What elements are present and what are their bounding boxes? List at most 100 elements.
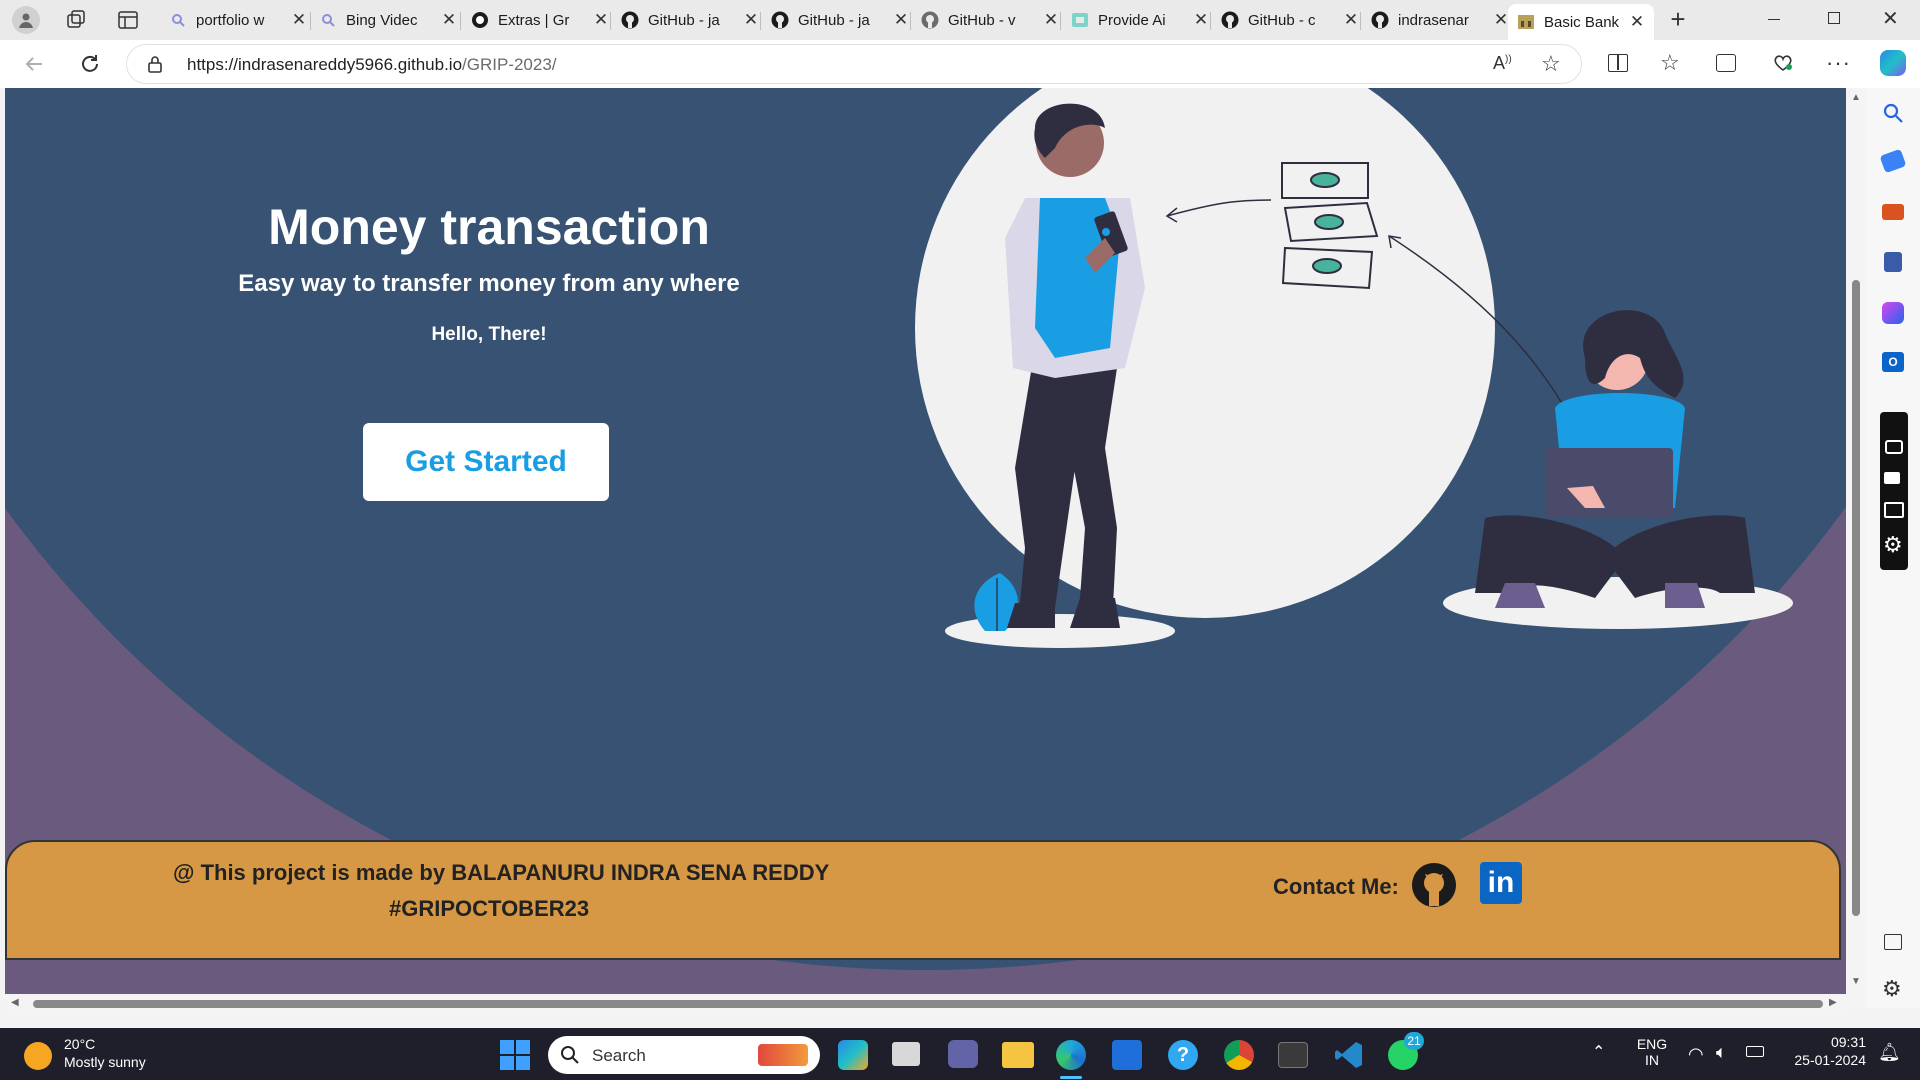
tab-7[interactable]: Provide Ai ✕ <box>1070 4 1210 36</box>
vscode-icon[interactable] <box>1334 1040 1364 1070</box>
tab-9[interactable]: indrasenar ✕ <box>1370 4 1510 36</box>
taskbar-search[interactable]: Search <box>548 1036 820 1074</box>
file-explorer-icon[interactable] <box>1002 1042 1034 1068</box>
video-icon[interactable] <box>1884 472 1900 484</box>
profile-icon[interactable] <box>12 6 40 34</box>
address-bar[interactable]: https://indrasenareddy5966.github.io/GRI… <box>126 44 1582 84</box>
games-icon[interactable] <box>1884 252 1902 272</box>
task-view-icon[interactable] <box>892 1042 920 1066</box>
woman-figure <box>1475 310 1755 608</box>
favorite-star-icon[interactable]: ☆ <box>1541 51 1561 77</box>
tab-title: Provide Ai <box>1098 11 1166 29</box>
show-hidden-icons[interactable]: ⌃ <box>1592 1042 1605 1062</box>
microsoft365-icon[interactable] <box>1882 302 1904 324</box>
close-window-icon[interactable]: ✕ <box>1882 6 1899 31</box>
restore-icon[interactable] <box>1828 12 1840 24</box>
tab-5[interactable]: GitHub - ja ✕ <box>770 4 910 36</box>
help-icon[interactable]: ? <box>1168 1040 1198 1070</box>
clock-time: 09:31 <box>1830 1034 1866 1050</box>
tab-8[interactable]: GitHub - c ✕ <box>1220 4 1360 36</box>
tab-4[interactable]: GitHub - ja ✕ <box>620 4 760 36</box>
scroll-left-icon[interactable]: ◀ <box>11 997 19 1008</box>
myhp-icon[interactable] <box>1112 1040 1142 1070</box>
read-aloud-icon[interactable]: A)) <box>1493 53 1512 74</box>
tab-actions-icon[interactable] <box>116 8 140 32</box>
search-icon[interactable] <box>1882 102 1904 124</box>
get-started-label: Get Started <box>405 445 567 478</box>
volume-icon[interactable]: 🔈︎ <box>1716 1042 1727 1063</box>
footer-credit: @ This project is made by BALAPANURU IND… <box>173 860 830 885</box>
collections-icon[interactable] <box>1716 54 1736 72</box>
clock[interactable]: 09:31 25-01-2024 <box>1782 1034 1866 1068</box>
scroll-right-icon[interactable]: ▶ <box>1829 997 1837 1008</box>
wifi-icon[interactable]: ◠ <box>1688 1044 1704 1065</box>
github-icon <box>770 10 790 30</box>
close-tab-icon[interactable]: ✕ <box>592 10 610 30</box>
hero-subtitle: Easy way to transfer money from any wher… <box>238 270 740 297</box>
window-icon[interactable] <box>1884 502 1904 518</box>
close-tab-icon[interactable]: ✕ <box>290 10 308 30</box>
start-button[interactable] <box>500 1040 530 1070</box>
favorites-icon[interactable]: ☆ <box>1660 50 1680 76</box>
copilot-icon[interactable] <box>1880 50 1906 76</box>
horizontal-scrollbar[interactable]: ◀ ▶ <box>5 994 1846 1014</box>
sidebar-toggle-icon[interactable] <box>1884 934 1902 950</box>
battery-icon[interactable] <box>1746 1046 1764 1057</box>
outlook-icon[interactable]: O <box>1882 352 1904 372</box>
tab-3[interactable]: Extras | Gr ✕ <box>470 4 610 36</box>
footer: @ This project is made by BALAPANURU IND… <box>5 840 1841 960</box>
close-tab-icon[interactable]: ✕ <box>892 10 910 30</box>
clock-date: 25-01-2024 <box>1794 1052 1866 1068</box>
weather-temp: 20°C <box>64 1036 96 1052</box>
browser-essentials-icon[interactable] <box>1772 52 1794 72</box>
close-tab-icon[interactable]: ✕ <box>1628 12 1646 32</box>
language-indicator[interactable]: ENG IN <box>1634 1036 1670 1068</box>
vertical-scroll-thumb[interactable] <box>1852 280 1860 916</box>
weather-widget[interactable]: 20°C Mostly sunny <box>24 1034 184 1074</box>
gear-icon[interactable]: ⚙ <box>1883 532 1903 558</box>
new-tab-icon[interactable]: + <box>1664 6 1692 34</box>
notification-bell-icon[interactable]: 🔔︎ <box>1878 1042 1901 1063</box>
banknote-stack-icon <box>1281 162 1379 290</box>
horizontal-scroll-thumb[interactable] <box>33 1000 1823 1008</box>
teams-icon[interactable] <box>948 1040 978 1068</box>
settings-gear-icon[interactable]: ⚙ <box>1882 976 1902 1002</box>
close-tab-icon[interactable]: ✕ <box>742 10 760 30</box>
close-tab-icon[interactable]: ✕ <box>1042 10 1060 30</box>
chrome-icon[interactable] <box>1224 1040 1254 1070</box>
github-link-icon[interactable] <box>1411 862 1457 908</box>
minimize-icon[interactable] <box>1768 19 1780 20</box>
tab-2[interactable]: Bing Videc ✕ <box>318 4 458 36</box>
workspaces-icon[interactable] <box>64 8 88 32</box>
scroll-down-icon[interactable]: ▼ <box>1851 976 1861 987</box>
get-started-button[interactable]: Get Started <box>363 423 609 501</box>
shopping-tag-icon[interactable] <box>1879 148 1907 174</box>
copilot-taskbar-icon[interactable] <box>838 1040 868 1070</box>
linkedin-link-icon[interactable]: in <box>1480 862 1522 904</box>
back-icon[interactable] <box>22 52 46 76</box>
tab-title: GitHub - ja <box>648 11 720 29</box>
close-tab-icon[interactable]: ✕ <box>1192 10 1210 30</box>
extras-icon <box>470 10 490 30</box>
lock-icon[interactable] <box>147 55 163 73</box>
tab-1[interactable]: portfolio w ✕ <box>168 4 308 36</box>
close-tab-icon[interactable]: ✕ <box>440 10 458 30</box>
vertical-scrollbar[interactable]: ▲ ▼ <box>1846 88 1866 1006</box>
tab-title: indrasenar <box>1398 11 1469 29</box>
split-screen-icon[interactable] <box>1608 54 1628 72</box>
url-host: https://indrasenareddy5966.github.io <box>187 55 463 74</box>
terminal-icon[interactable] <box>1278 1042 1308 1068</box>
edge-icon[interactable] <box>1056 1040 1086 1070</box>
more-options-icon[interactable]: ··· <box>1826 50 1851 76</box>
search-icon <box>560 1045 580 1065</box>
tab-6[interactable]: GitHub - v ✕ <box>920 4 1060 36</box>
edge-active-indicator <box>1060 1076 1082 1079</box>
url-text[interactable]: https://indrasenareddy5966.github.io/GRI… <box>187 55 557 75</box>
search-icon <box>168 10 188 30</box>
scroll-up-icon[interactable]: ▲ <box>1851 92 1861 103</box>
close-tab-icon[interactable]: ✕ <box>1342 10 1360 30</box>
tools-icon[interactable] <box>1882 204 1904 220</box>
camera-icon[interactable] <box>1885 440 1903 454</box>
refresh-icon[interactable] <box>78 52 102 76</box>
tab-10-active[interactable]: Basic Bank ✕ <box>1508 4 1654 40</box>
